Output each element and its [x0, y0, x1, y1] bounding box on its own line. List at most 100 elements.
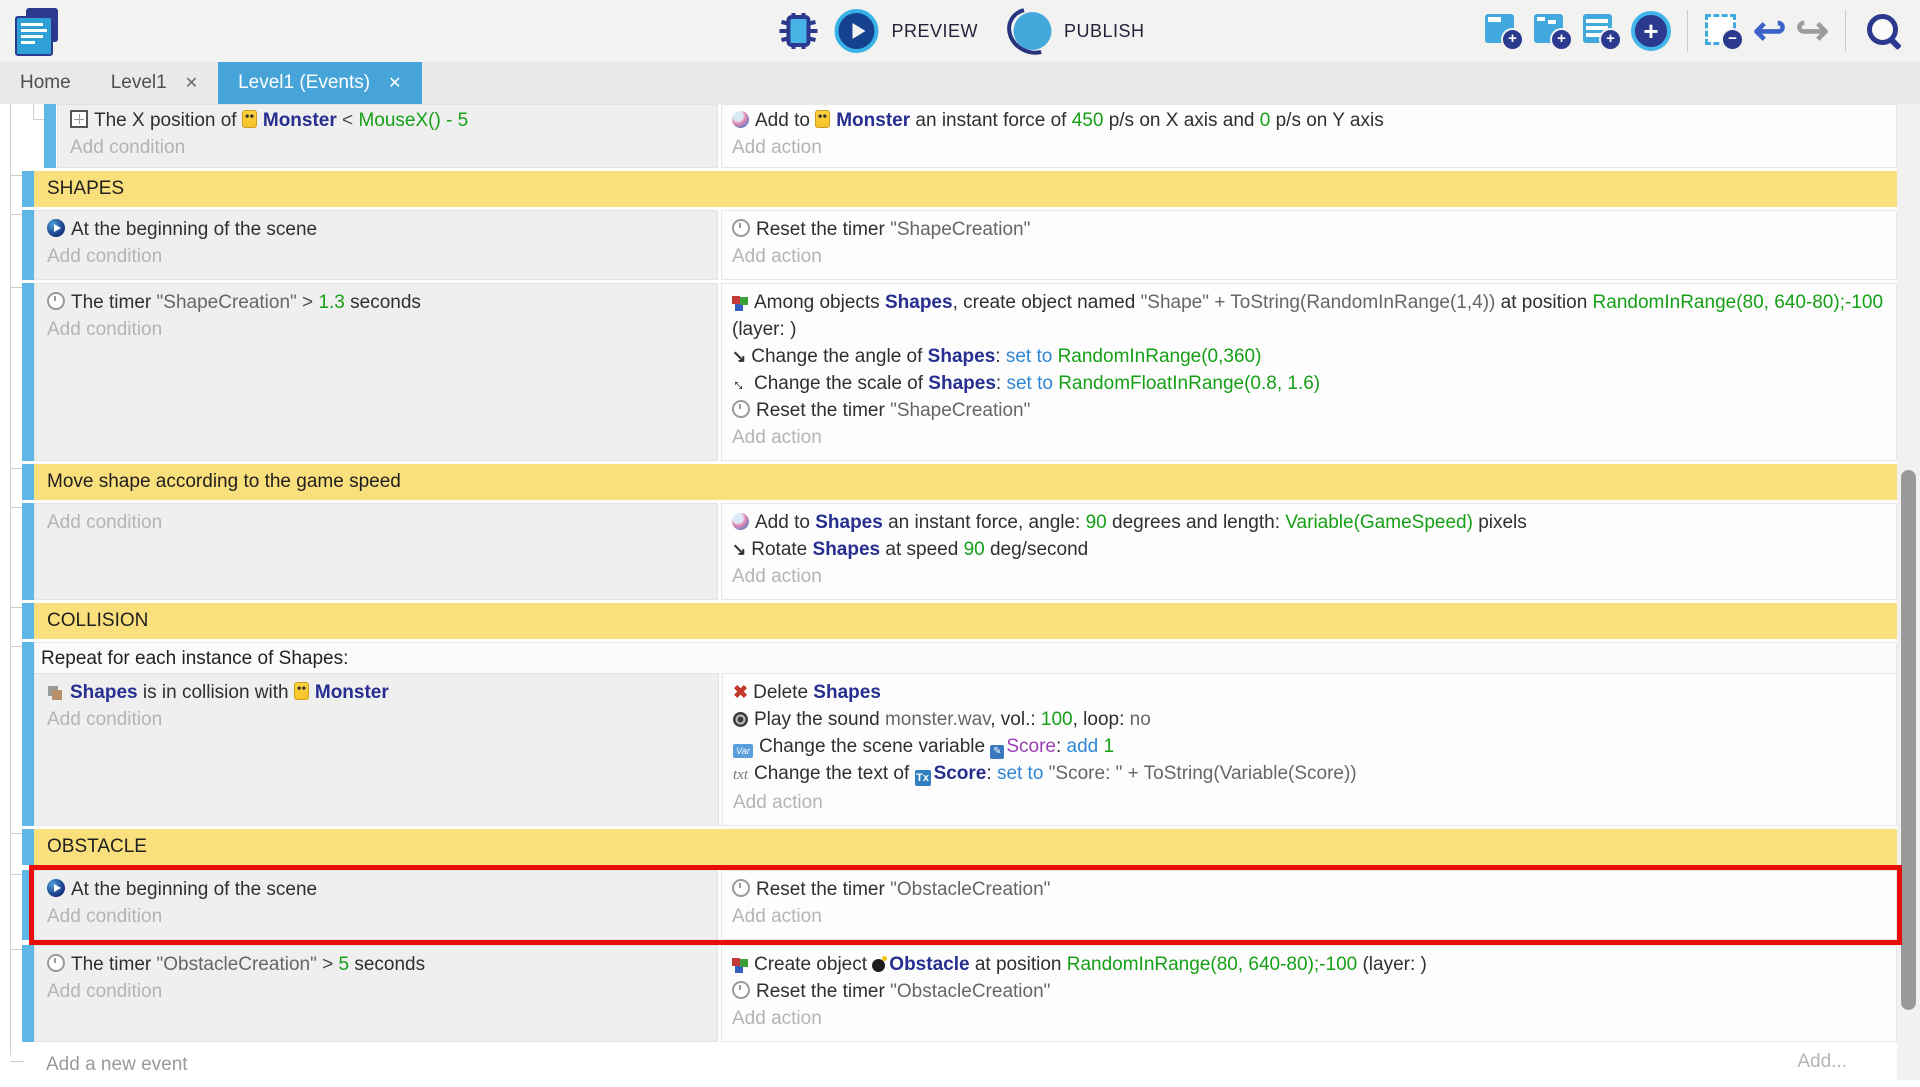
conditions-column[interactable]: At the beginning of the scene Add condit… — [34, 870, 718, 940]
condition-line[interactable]: At the beginning of the scene — [47, 876, 707, 903]
event-selection-bar[interactable] — [22, 171, 34, 207]
group-header-collision[interactable]: COLLISION — [34, 603, 1897, 639]
add-action-button[interactable]: Add action — [732, 424, 1886, 451]
event-selection-bar[interactable] — [44, 104, 56, 168]
add-action-button[interactable]: Add action — [732, 134, 1886, 161]
right-toolbar-group: + + + + − ↩ ↪ — [1484, 0, 1904, 62]
actions-column[interactable]: Add to Shapes an instant force, angle: 9… — [721, 503, 1897, 600]
action-line[interactable]: VarChange the scene variable ✎Score: add… — [733, 733, 1886, 760]
action-line[interactable]: Play the sound monster.wav, vol.: 100, l… — [733, 706, 1886, 733]
tab-home[interactable]: Home — [0, 62, 91, 104]
actions-column[interactable]: Create object Obstacle at position Rando… — [721, 945, 1897, 1042]
group-header-shapes[interactable]: SHAPES — [34, 171, 1897, 207]
add-condition-button[interactable]: Add condition — [47, 243, 707, 270]
highlighted-event[interactable]: At the beginning of the scene Add condit… — [34, 870, 1897, 940]
add-more-button[interactable]: Add... — [1797, 1051, 1847, 1073]
action-line[interactable]: Add to Shapes an instant force, angle: 9… — [732, 509, 1886, 536]
event-selection-bar[interactable] — [22, 464, 34, 500]
vertical-scrollbar[interactable] — [1897, 104, 1920, 1080]
tab-level1-events[interactable]: Level1 (Events)✕ — [218, 62, 421, 104]
add-action-button[interactable]: Add action — [732, 1005, 1886, 1032]
actions-column[interactable]: Reset the timer "ShapeCreation" Add acti… — [721, 210, 1897, 280]
redo-icon[interactable]: ↪ — [1795, 11, 1829, 51]
group-title: Move shape according to the game speed — [47, 471, 401, 493]
add-action-button[interactable]: Add action — [732, 563, 1886, 590]
plus-badge-icon: + — [1501, 28, 1524, 51]
add-condition-button[interactable]: Add condition — [47, 903, 707, 930]
publish-label[interactable]: PUBLISH — [1064, 21, 1145, 42]
event-selection-bar[interactable] — [22, 870, 34, 940]
actions-column[interactable]: Among objects Shapes, create object name… — [721, 283, 1897, 461]
preview-label[interactable]: PREVIEW — [891, 21, 978, 42]
add-action-button[interactable]: Add action — [732, 243, 1886, 270]
sound-icon — [733, 712, 748, 727]
add-subevent-icon[interactable]: + — [1533, 11, 1573, 51]
actions-column[interactable]: Reset the timer "ObstacleCreation" Add a… — [721, 870, 1897, 940]
timer-icon — [47, 954, 65, 972]
add-condition-button[interactable]: Add condition — [70, 134, 707, 161]
condition-line[interactable]: The timer "ShapeCreation" > 1.3 seconds — [47, 289, 707, 316]
main-toolbar: PREVIEW PUBLISH + + + + − ↩ ↪ — [0, 0, 1920, 62]
action-line[interactable]: ↘Rotate Shapes at speed 90 deg/second — [732, 536, 1886, 563]
condition-line[interactable]: The X position of Monster < MouseX() - 5 — [70, 107, 707, 134]
add-condition-button[interactable]: Add condition — [47, 509, 707, 536]
actions-column[interactable]: ✖Delete Shapes Play the sound monster.wa… — [722, 673, 1896, 825]
add-condition-button[interactable]: Add condition — [47, 706, 708, 733]
action-line[interactable]: Among objects Shapes, create object name… — [732, 289, 1886, 343]
undo-icon[interactable]: ↩ — [1753, 11, 1787, 51]
event-row-obstacle-start-highlighted: At the beginning of the scene Add condit… — [0, 870, 1897, 940]
close-icon[interactable]: ✕ — [388, 73, 401, 93]
event-selection-bar[interactable] — [22, 829, 34, 865]
event-selection-bar[interactable] — [22, 642, 34, 826]
action-line[interactable]: ✖Delete Shapes — [733, 679, 1886, 706]
conditions-column[interactable]: Shapes is in collision with Monster Add … — [35, 673, 719, 825]
preview-play-icon[interactable] — [834, 9, 878, 53]
tab-level1-scene[interactable]: Level1✕ — [91, 62, 218, 104]
add-new-event-button[interactable]: Add a new event — [46, 1051, 188, 1078]
condition-line[interactable]: Shapes is in collision with Monster — [47, 679, 708, 706]
conditions-column[interactable]: Add condition — [34, 503, 718, 600]
monster-object-icon — [815, 110, 830, 128]
event-selection-bar[interactable] — [22, 503, 34, 600]
search-icon[interactable] — [1862, 10, 1904, 52]
action-line[interactable]: Reset the timer "ObstacleCreation" — [732, 876, 1886, 903]
group-header-obstacle[interactable]: OBSTACLE — [34, 829, 1897, 865]
action-line[interactable]: txtChange the text of TxScore: set to "S… — [733, 760, 1886, 789]
condition-line[interactable]: The timer "ObstacleCreation" > 5 seconds — [47, 951, 707, 978]
group-header-move-shape[interactable]: Move shape according to the game speed — [34, 464, 1897, 500]
action-line[interactable]: ↔Change the scale of Shapes: set to Rand… — [732, 370, 1886, 397]
conditions-column[interactable]: At the beginning of the scene Add condit… — [34, 210, 718, 280]
close-icon[interactable]: ✕ — [185, 73, 198, 93]
add-condition-button[interactable]: Add condition — [47, 978, 707, 1005]
add-event-icon[interactable]: + — [1484, 11, 1524, 51]
scene-start-icon — [47, 879, 65, 897]
event-selection-bar[interactable] — [22, 945, 34, 1042]
add-action-button[interactable]: Add action — [733, 789, 1886, 816]
event-selection-bar[interactable] — [22, 283, 34, 461]
condition-line[interactable]: At the beginning of the scene — [47, 216, 707, 243]
add-more-events-icon[interactable]: + — [1631, 11, 1671, 51]
toolbar-separator — [1845, 10, 1846, 52]
action-line[interactable]: ↘Change the angle of Shapes: set to Rand… — [732, 343, 1886, 370]
action-line[interactable]: Reset the timer "ShapeCreation" — [732, 397, 1886, 424]
scrollbar-thumb[interactable] — [1901, 470, 1916, 1010]
foreach-header[interactable]: Repeat for each instance of Shapes: — [35, 643, 1896, 673]
action-line[interactable]: Create object Obstacle at position Rando… — [732, 951, 1886, 978]
actions-column[interactable]: Add to Monster an instant force of 450 p… — [721, 104, 1897, 168]
add-action-button[interactable]: Add action — [732, 903, 1886, 930]
add-comment-icon[interactable]: + — [1582, 11, 1622, 51]
project-manager-icon[interactable] — [12, 6, 62, 56]
event-selection-bar[interactable] — [22, 603, 34, 639]
delete-selection-icon[interactable]: − — [1704, 11, 1744, 51]
debug-icon[interactable] — [775, 10, 821, 52]
publish-globe-icon[interactable] — [1013, 12, 1051, 50]
group-title: COLLISION — [47, 610, 148, 632]
conditions-column[interactable]: The timer "ShapeCreation" > 1.3 seconds … — [34, 283, 718, 461]
action-line[interactable]: Reset the timer "ShapeCreation" — [732, 216, 1886, 243]
conditions-column[interactable]: The X position of Monster < MouseX() - 5… — [57, 104, 718, 168]
action-line[interactable]: Add to Monster an instant force of 450 p… — [732, 107, 1886, 134]
add-condition-button[interactable]: Add condition — [47, 316, 707, 343]
action-line[interactable]: Reset the timer "ObstacleCreation" — [732, 978, 1886, 1005]
event-selection-bar[interactable] — [22, 210, 34, 280]
conditions-column[interactable]: The timer "ObstacleCreation" > 5 seconds… — [34, 945, 718, 1042]
